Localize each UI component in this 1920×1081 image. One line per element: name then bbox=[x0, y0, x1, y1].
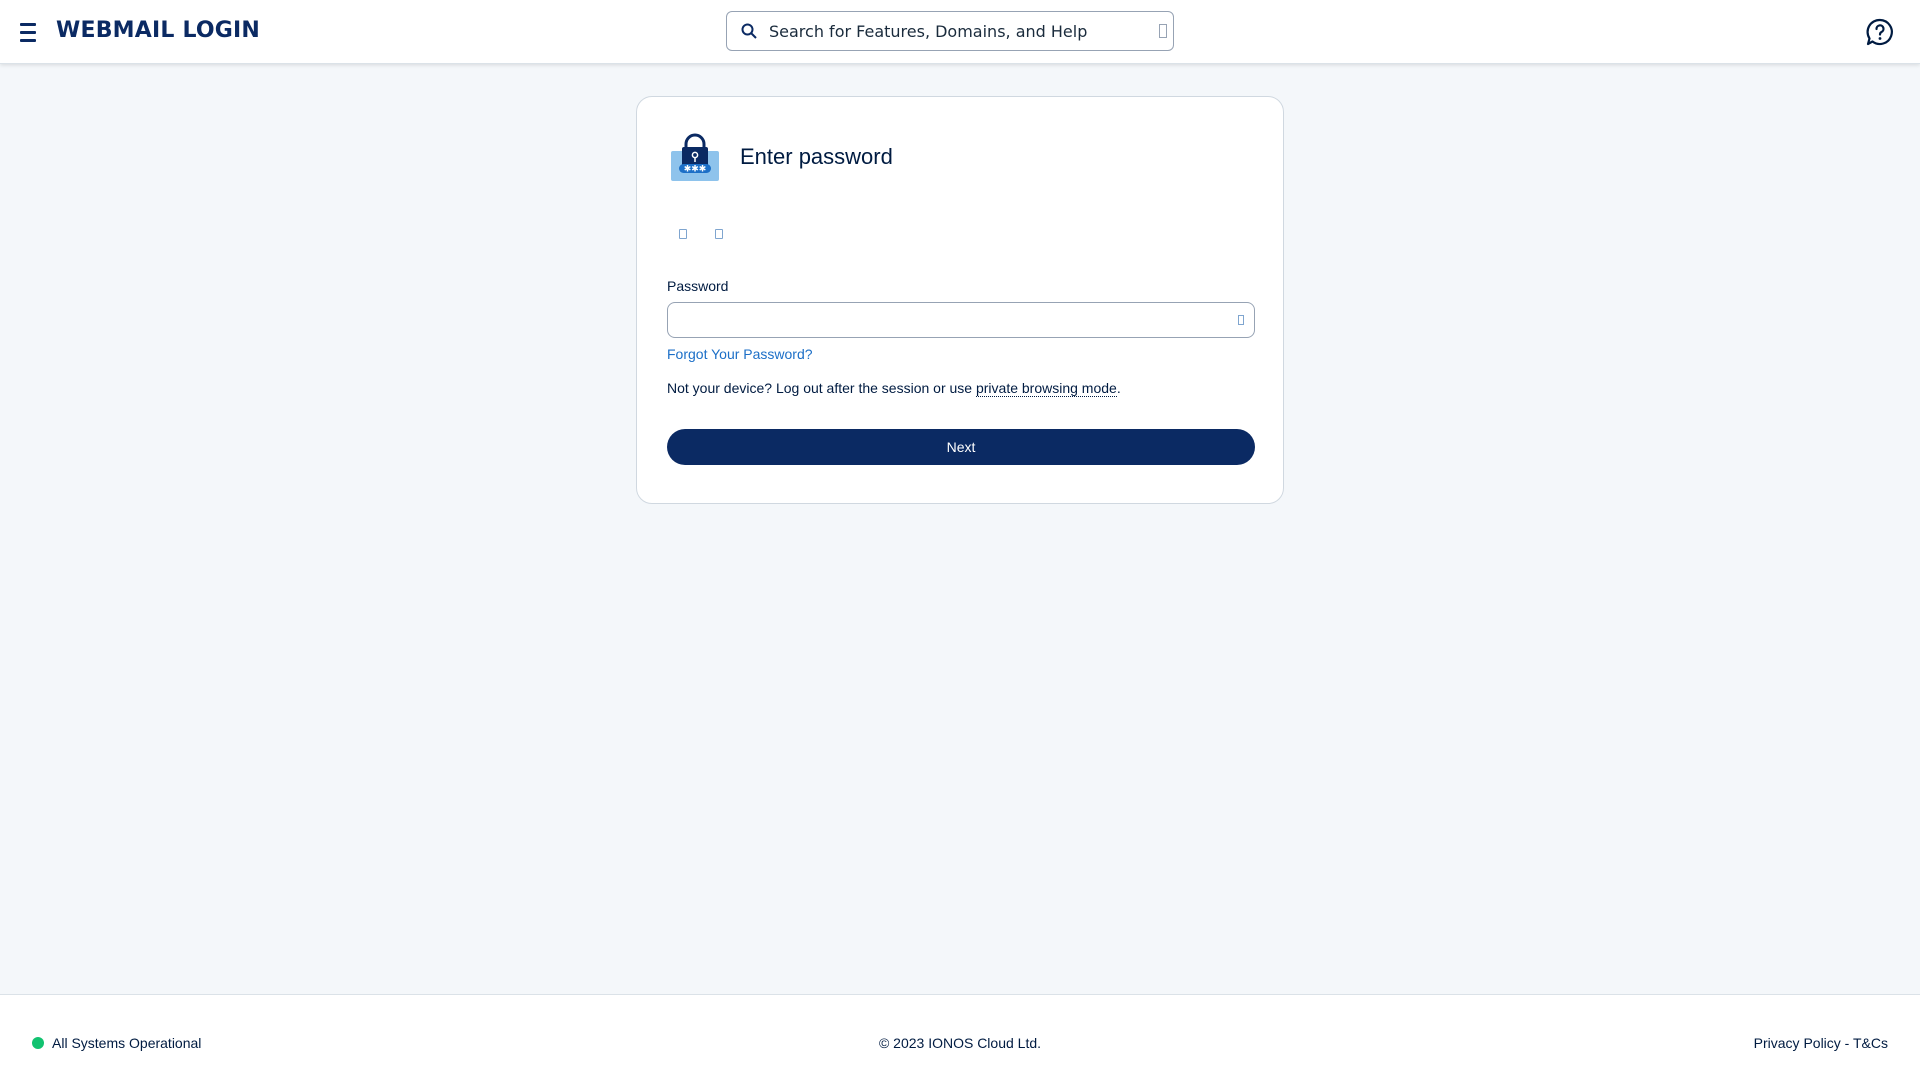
password-field[interactable] bbox=[667, 302, 1255, 338]
svg-text:✱✱✱: ✱✱✱ bbox=[684, 165, 707, 175]
search-icon bbox=[741, 23, 757, 39]
login-card: ✱✱✱ Enter password Password Forgot Your … bbox=[636, 96, 1284, 504]
account-icon[interactable] bbox=[715, 229, 723, 239]
footer-separator: - bbox=[1840, 1035, 1853, 1051]
password-label: Password bbox=[667, 278, 729, 294]
device-notice: Not your device? Log out after the sessi… bbox=[667, 380, 1121, 397]
menu-icon[interactable] bbox=[20, 18, 36, 46]
brand-title[interactable]: WEBMAIL LOGIN bbox=[56, 18, 260, 43]
privacy-policy-link[interactable]: Privacy Policy bbox=[1754, 1035, 1841, 1051]
help-chat-icon[interactable] bbox=[1866, 18, 1894, 46]
forgot-password-link[interactable]: Forgot Your Password? bbox=[667, 346, 813, 362]
notice-suffix: . bbox=[1116, 380, 1121, 396]
copyright: © 2023 IONOS Cloud Ltd. bbox=[878, 1035, 1042, 1051]
top-bar: WEBMAIL LOGIN Search for Features, Domai… bbox=[0, 0, 1920, 64]
page-title: Enter password bbox=[740, 144, 893, 169]
show-password-icon[interactable] bbox=[1238, 315, 1244, 325]
notice-text: Not your device? Log out after the sessi… bbox=[667, 380, 976, 396]
search-input[interactable]: Search for Features, Domains, and Help bbox=[769, 22, 1087, 41]
next-button[interactable]: Next bbox=[667, 429, 1255, 465]
private-browsing-link[interactable]: private browsing mode bbox=[975, 380, 1117, 397]
back-icon[interactable] bbox=[679, 229, 687, 239]
search-clear-icon[interactable] bbox=[1159, 24, 1167, 38]
footer: All Systems Operational © 2023 IONOS Clo… bbox=[0, 994, 1920, 1081]
terms-link[interactable]: T&Cs bbox=[1853, 1035, 1888, 1051]
search-field[interactable]: Search for Features, Domains, and Help bbox=[726, 11, 1174, 51]
password-lock-icon: ✱✱✱ bbox=[671, 133, 719, 181]
footer-links: Privacy Policy - T&Cs bbox=[1754, 1035, 1888, 1051]
